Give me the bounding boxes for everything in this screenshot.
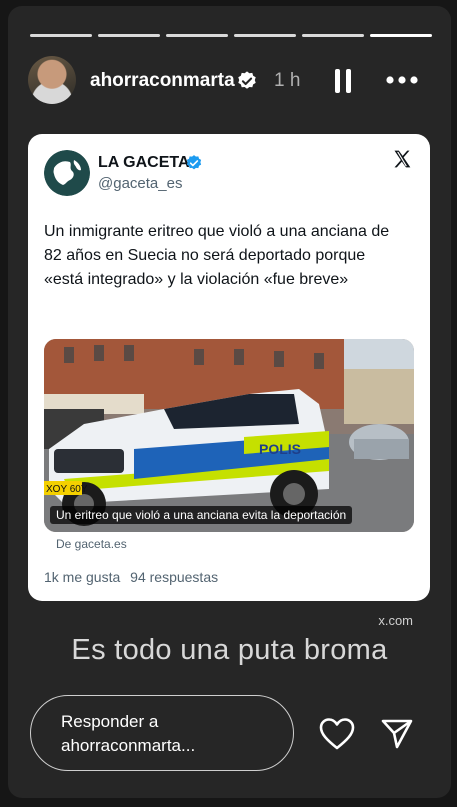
story-frame: ahorraconmarta 1 h LA GACETA @gaceta_es xyxy=(8,6,451,798)
article-image[interactable]: POLIS XOY 60Y Un eritreo que violó a una… xyxy=(44,339,414,532)
reply-input[interactable]: Responder a ahorraconmarta... xyxy=(30,695,294,771)
progress-segment xyxy=(166,34,228,37)
likes-count: 1k me gusta xyxy=(44,569,121,585)
tweet-card[interactable]: LA GACETA @gaceta_es Un inmigrante eritr… xyxy=(28,134,430,601)
avatar[interactable] xyxy=(28,56,76,104)
post-time: 1 h xyxy=(274,70,301,91)
account-name: LA GACETA xyxy=(98,154,190,171)
x-logo-icon[interactable] xyxy=(392,149,412,169)
replies-count: 94 respuestas xyxy=(130,569,219,585)
story-header: ahorraconmarta 1 h xyxy=(28,56,428,106)
story-progress-bar xyxy=(30,34,432,37)
police-car-photo: POLIS XOY 60Y xyxy=(44,339,414,532)
license-plate: XOY 60Y xyxy=(46,484,88,495)
verified-icon xyxy=(186,155,202,170)
link-domain[interactable]: x.com xyxy=(378,613,413,628)
heart-icon[interactable] xyxy=(319,717,355,751)
account-handle: @gaceta_es xyxy=(98,175,183,192)
verified-icon xyxy=(238,71,256,89)
progress-segment-active xyxy=(370,34,432,37)
image-caption: Un eritreo que violó a una anciana evita… xyxy=(50,506,353,524)
tweet-text: Un inmigrante eritreo que violó a una an… xyxy=(44,223,390,288)
progress-segment xyxy=(30,34,92,37)
la-gaceta-logo xyxy=(44,150,90,196)
progress-segment xyxy=(302,34,364,37)
progress-segment xyxy=(98,34,160,37)
progress-segment xyxy=(234,34,296,37)
pause-icon[interactable] xyxy=(333,68,353,94)
link-source[interactable]: De gaceta.es xyxy=(56,537,127,551)
car-text: POLIS xyxy=(259,441,301,457)
more-icon[interactable] xyxy=(382,70,422,90)
send-icon[interactable] xyxy=(380,717,414,751)
tweet-stats: 1k me gusta 94 respuestas xyxy=(44,569,218,585)
username[interactable]: ahorraconmarta xyxy=(90,70,235,92)
story-caption: Es todo una puta broma xyxy=(71,634,388,666)
